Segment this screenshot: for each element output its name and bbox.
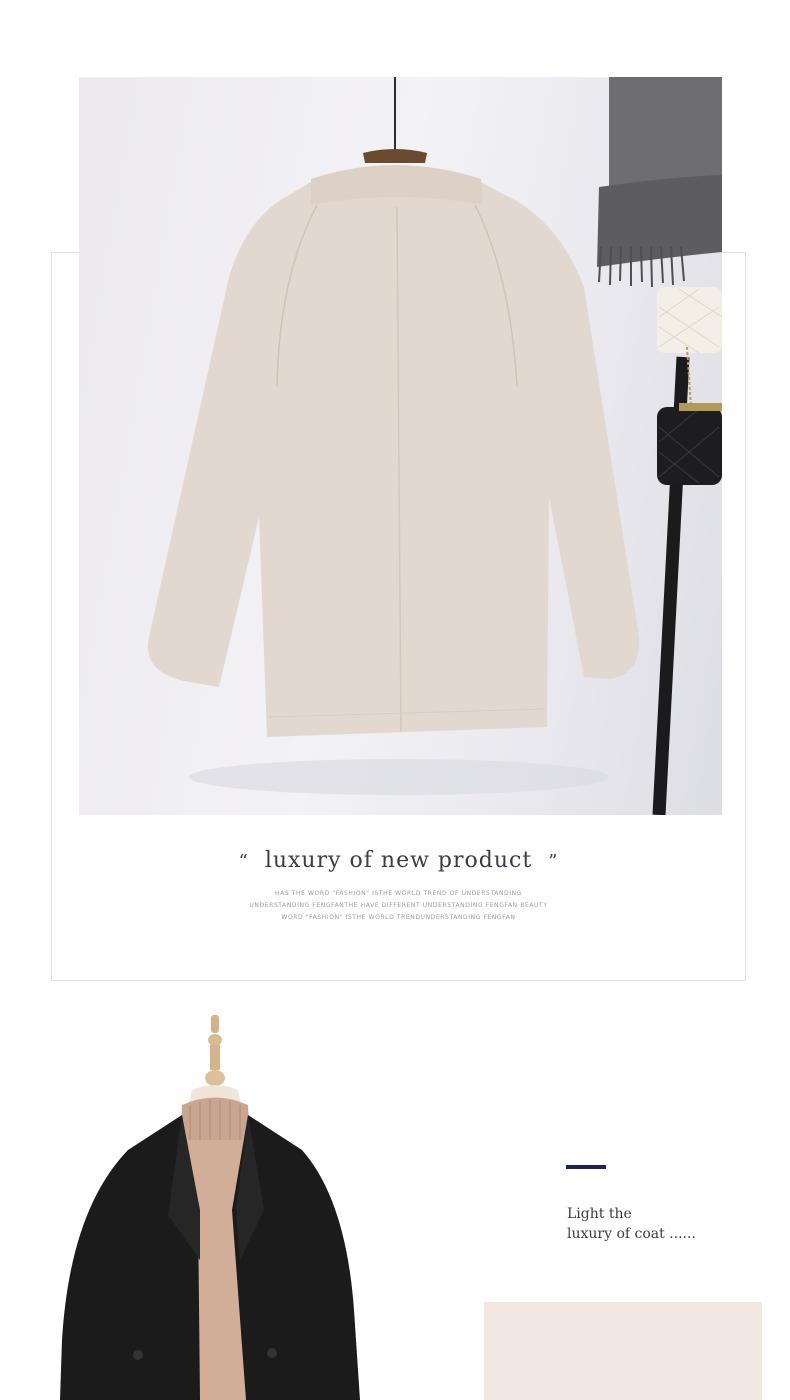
tagline-line-2: luxury of coat ...... <box>567 1226 696 1242</box>
coat-tagline: Light the luxury of coat ...... <box>567 1204 696 1244</box>
quote-headline: “ luxury of new product ” <box>51 848 746 873</box>
color-swatch-block <box>484 1302 762 1400</box>
close-quote-mark: ” <box>548 851 559 872</box>
mannequin-coat-photo <box>50 1010 390 1400</box>
quote-subtext-line-3: WORD "FASHION" ISTHE WORLD TRENDUNDERSTA… <box>281 914 516 921</box>
hero-product-photo <box>79 77 722 815</box>
accent-bar <box>566 1165 606 1169</box>
open-quote-mark: “ <box>238 851 249 872</box>
quote-subtext-line-1: HAS THE WORD "FASHION" ISTHE WORLD TREND… <box>275 890 522 897</box>
quote-subtext: HAS THE WORD "FASHION" ISTHE WORLD TREND… <box>51 888 746 924</box>
quote-title-text: luxury of new product <box>264 848 533 873</box>
tagline-line-1: Light the <box>567 1206 632 1222</box>
quote-block: “ luxury of new product ” HAS THE WORD "FA… <box>51 848 746 924</box>
quote-subtext-line-2: UNDERSTANDING FENGFANTHE HAVE DIFFERENT … <box>249 902 548 909</box>
